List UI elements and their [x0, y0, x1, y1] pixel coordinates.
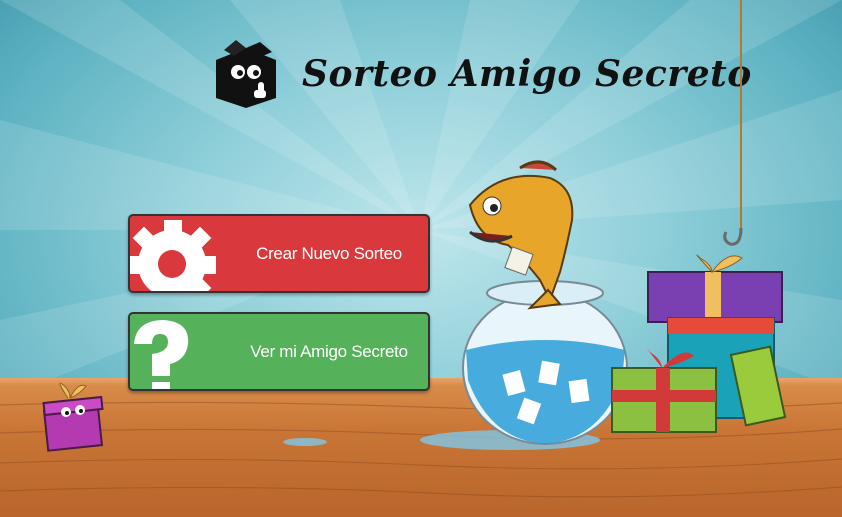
question-mark-icon [134, 320, 189, 389]
secret-box-mascot-icon [216, 40, 276, 108]
page-title: Sorteo Amigo Secreto [302, 53, 752, 95]
create-draw-button[interactable]: Crear Nuevo Sorteo [128, 214, 430, 293]
create-draw-label: Crear Nuevo Sorteo [256, 243, 402, 263]
wooden-floor [0, 385, 842, 517]
view-secret-friend-button[interactable]: Ver mi Amigo Secreto [128, 312, 430, 391]
gear-icon [130, 220, 216, 291]
app-header: Sorteo Amigo Secreto [210, 34, 752, 114]
view-secret-friend-label: Ver mi Amigo Secreto [250, 341, 408, 361]
